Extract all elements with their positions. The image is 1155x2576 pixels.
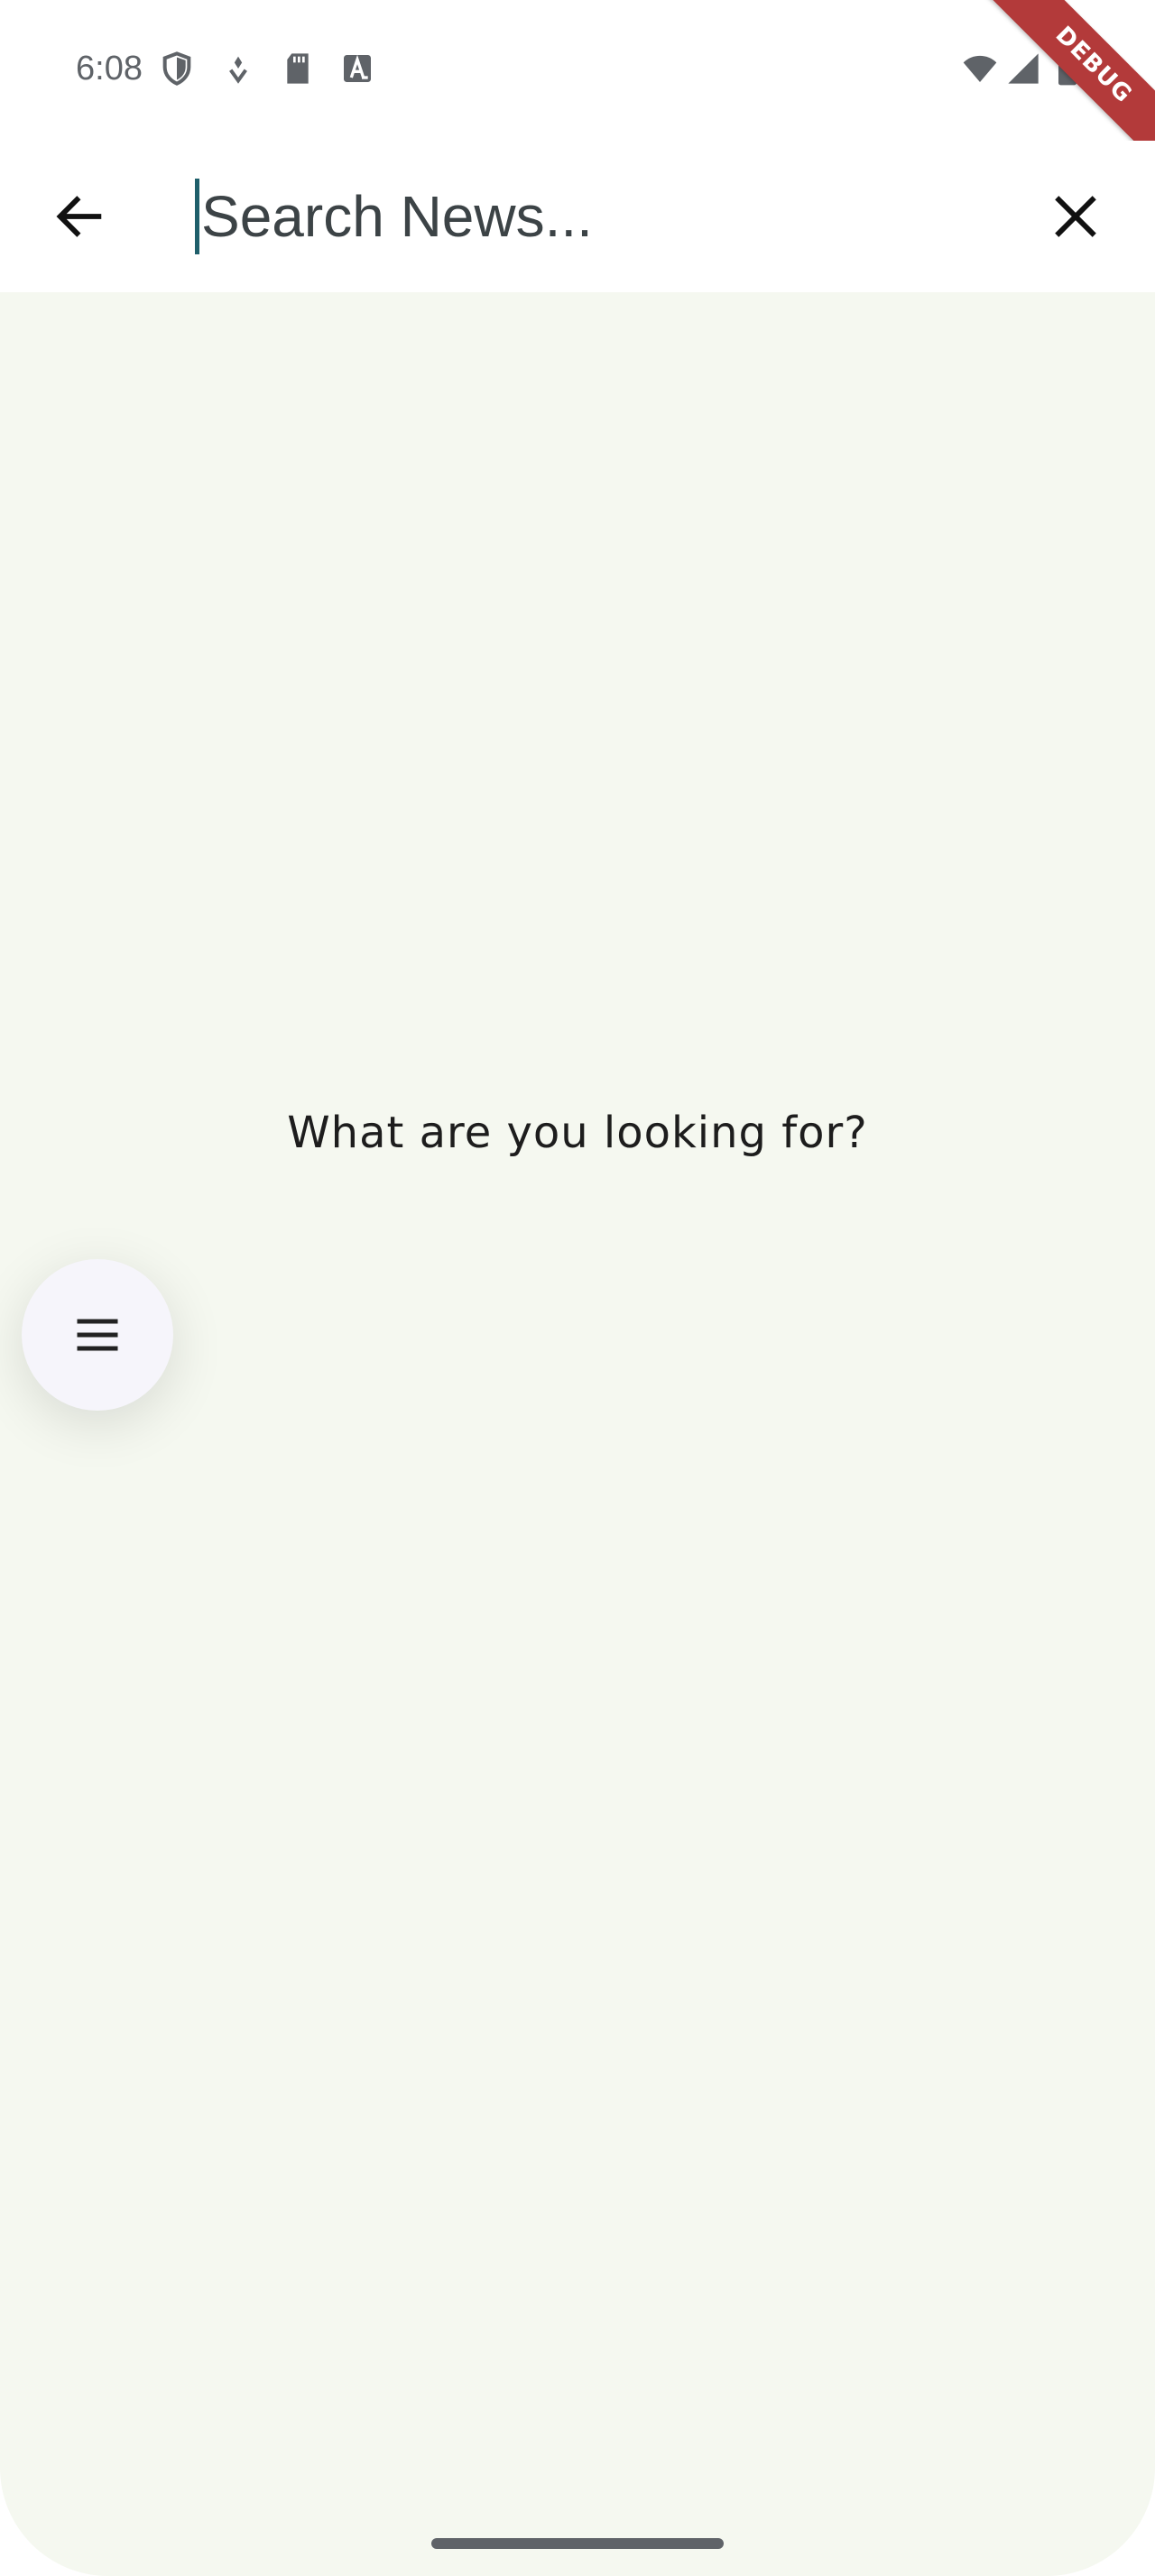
back-button[interactable] <box>36 173 123 260</box>
text-caret <box>195 179 199 254</box>
a-badge-icon <box>339 51 375 87</box>
arrow-left-icon <box>56 196 102 237</box>
search-input[interactable] <box>201 177 977 256</box>
status-time: 6:08 <box>76 50 143 87</box>
sd-card-icon <box>280 51 316 87</box>
search-screen: 6:08 DEBUG Search News... What are you l… <box>0 0 1155 2576</box>
hamburger-menu-icon <box>77 1319 118 1351</box>
menu-button[interactable] <box>22 1259 173 1411</box>
status-bar: 6:08 <box>0 0 1155 141</box>
clear-search-button[interactable] <box>1032 173 1119 260</box>
empty-state-message: What are you looking for? <box>287 1108 868 1158</box>
search-app-bar <box>0 141 1155 292</box>
home-indicator[interactable] <box>431 2538 724 2549</box>
shield-icon <box>159 51 195 87</box>
location-dot-icon <box>220 51 256 87</box>
battery-icon <box>1054 51 1081 87</box>
search-field[interactable] <box>195 177 1007 256</box>
wifi-icon <box>960 51 1000 87</box>
close-icon <box>1055 196 1096 237</box>
signal-icon <box>1003 51 1043 87</box>
search-results-area <box>0 292 1155 2576</box>
